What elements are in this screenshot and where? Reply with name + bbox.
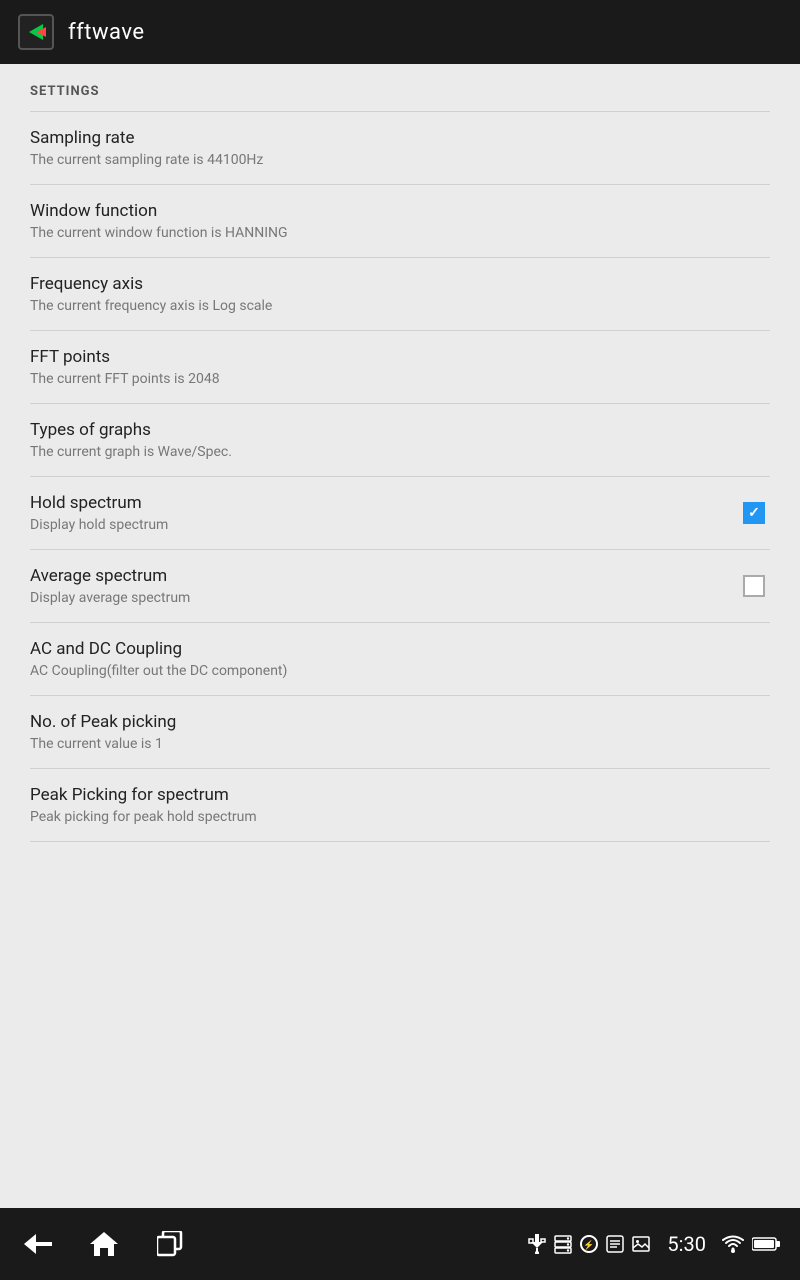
checkbox-container-average-spectrum: [738, 570, 770, 602]
settings-item-subtitle-ac-dc-coupling: AC Coupling(filter out the DC component): [30, 663, 770, 679]
settings-item-title-average-spectrum: Average spectrum: [30, 566, 738, 586]
settings-item-title-frequency-axis: Frequency axis: [30, 274, 770, 294]
settings-item-title-types-of-graphs: Types of graphs: [30, 420, 770, 440]
settings-item-title-ac-dc-coupling: AC and DC Coupling: [30, 639, 770, 659]
settings-item-text-no-peak-picking: No. of Peak picking The current value is …: [30, 712, 770, 752]
settings-item-text-fft-points: FFT points The current FFT points is 2048: [30, 347, 770, 387]
home-button[interactable]: [86, 1226, 122, 1262]
settings-item-subtitle-peak-picking-spectrum: Peak picking for peak hold spectrum: [30, 809, 770, 825]
settings-item-text-peak-picking-spectrum: Peak Picking for spectrum Peak picking fo…: [30, 785, 770, 825]
settings-item-subtitle-hold-spectrum: Display hold spectrum: [30, 517, 738, 533]
settings-item-types-of-graphs[interactable]: Types of graphs The current graph is Wave…: [0, 404, 800, 476]
settings-list: Sampling rate The current sampling rate i…: [0, 112, 800, 842]
nav-right: ⚡ 5:30: [527, 1232, 780, 1256]
settings-item-title-window-function: Window function: [30, 201, 770, 221]
battery-icon: [752, 1236, 780, 1252]
usb2-icon: ⚡: [579, 1234, 599, 1254]
settings-header: SETTINGS: [0, 64, 800, 111]
settings-item-text-window-function: Window function The current window functi…: [30, 201, 770, 241]
image-icon: [631, 1234, 651, 1254]
app-bar: fftwave: [0, 0, 800, 64]
settings-item-hold-spectrum[interactable]: Hold spectrum Display hold spectrum: [0, 477, 800, 549]
checkbox-hold-spectrum[interactable]: [743, 502, 765, 524]
settings-item-sampling-rate[interactable]: Sampling rate The current sampling rate i…: [0, 112, 800, 184]
status-time: 5:30: [667, 1232, 706, 1256]
storage-icon: [553, 1234, 573, 1254]
checkbox-average-spectrum[interactable]: [743, 575, 765, 597]
recent-button[interactable]: [152, 1226, 188, 1262]
app-title: fftwave: [68, 20, 145, 45]
settings-item-subtitle-sampling-rate: The current sampling rate is 44100Hz: [30, 152, 770, 168]
settings-item-average-spectrum[interactable]: Average spectrum Display average spectrum: [0, 550, 800, 622]
settings-item-title-no-peak-picking: No. of Peak picking: [30, 712, 770, 732]
settings-item-text-frequency-axis: Frequency axis The current frequency axis…: [30, 274, 770, 314]
settings-item-subtitle-average-spectrum: Display average spectrum: [30, 590, 738, 606]
wifi-icon: [722, 1235, 744, 1253]
checkbox-container-hold-spectrum: [738, 497, 770, 529]
settings-item-text-average-spectrum: Average spectrum Display average spectrum: [30, 566, 738, 606]
settings-item-subtitle-frequency-axis: The current frequency axis is Log scale: [30, 298, 770, 314]
settings-item-text-types-of-graphs: Types of graphs The current graph is Wave…: [30, 420, 770, 460]
settings-item-text-hold-spectrum: Hold spectrum Display hold spectrum: [30, 493, 738, 533]
settings-item-subtitle-types-of-graphs: The current graph is Wave/Spec.: [30, 444, 770, 460]
settings-item-title-peak-picking-spectrum: Peak Picking for spectrum: [30, 785, 770, 805]
settings-item-subtitle-fft-points: The current FFT points is 2048: [30, 371, 770, 387]
status-icons: ⚡: [527, 1234, 651, 1254]
news-icon: [605, 1234, 625, 1254]
settings-item-fft-points[interactable]: FFT points The current FFT points is 2048: [0, 331, 800, 403]
back-button[interactable]: [20, 1226, 56, 1262]
settings-item-ac-dc-coupling[interactable]: AC and DC Coupling AC Coupling(filter out…: [0, 623, 800, 695]
settings-item-title-fft-points: FFT points: [30, 347, 770, 367]
svg-text:⚡: ⚡: [584, 1239, 595, 1251]
settings-item-text-ac-dc-coupling: AC and DC Coupling AC Coupling(filter out…: [30, 639, 770, 679]
settings-item-title-sampling-rate: Sampling rate: [30, 128, 770, 148]
usb-icon: [527, 1234, 547, 1254]
home-icon: [90, 1230, 118, 1258]
settings-item-no-peak-picking[interactable]: No. of Peak picking The current value is …: [0, 696, 800, 768]
settings-item-title-hold-spectrum: Hold spectrum: [30, 493, 738, 513]
settings-item-subtitle-no-peak-picking: The current value is 1: [30, 736, 770, 752]
app-logo: [18, 14, 54, 50]
settings-item-peak-picking-spectrum[interactable]: Peak Picking for spectrum Peak picking fo…: [0, 769, 800, 841]
back-icon: [24, 1234, 52, 1254]
nav-bar: ⚡ 5:30: [0, 1208, 800, 1280]
settings-content: SETTINGS Sampling rate The current sampli…: [0, 64, 800, 1208]
divider-peak-picking-spectrum: [30, 841, 770, 842]
nav-left: [20, 1226, 188, 1262]
settings-item-subtitle-window-function: The current window function is HANNING: [30, 225, 770, 241]
settings-item-text-sampling-rate: Sampling rate The current sampling rate i…: [30, 128, 770, 168]
app-icon: [16, 12, 56, 52]
settings-item-frequency-axis[interactable]: Frequency axis The current frequency axis…: [0, 258, 800, 330]
recent-icon: [157, 1231, 183, 1257]
settings-item-window-function[interactable]: Window function The current window functi…: [0, 185, 800, 257]
